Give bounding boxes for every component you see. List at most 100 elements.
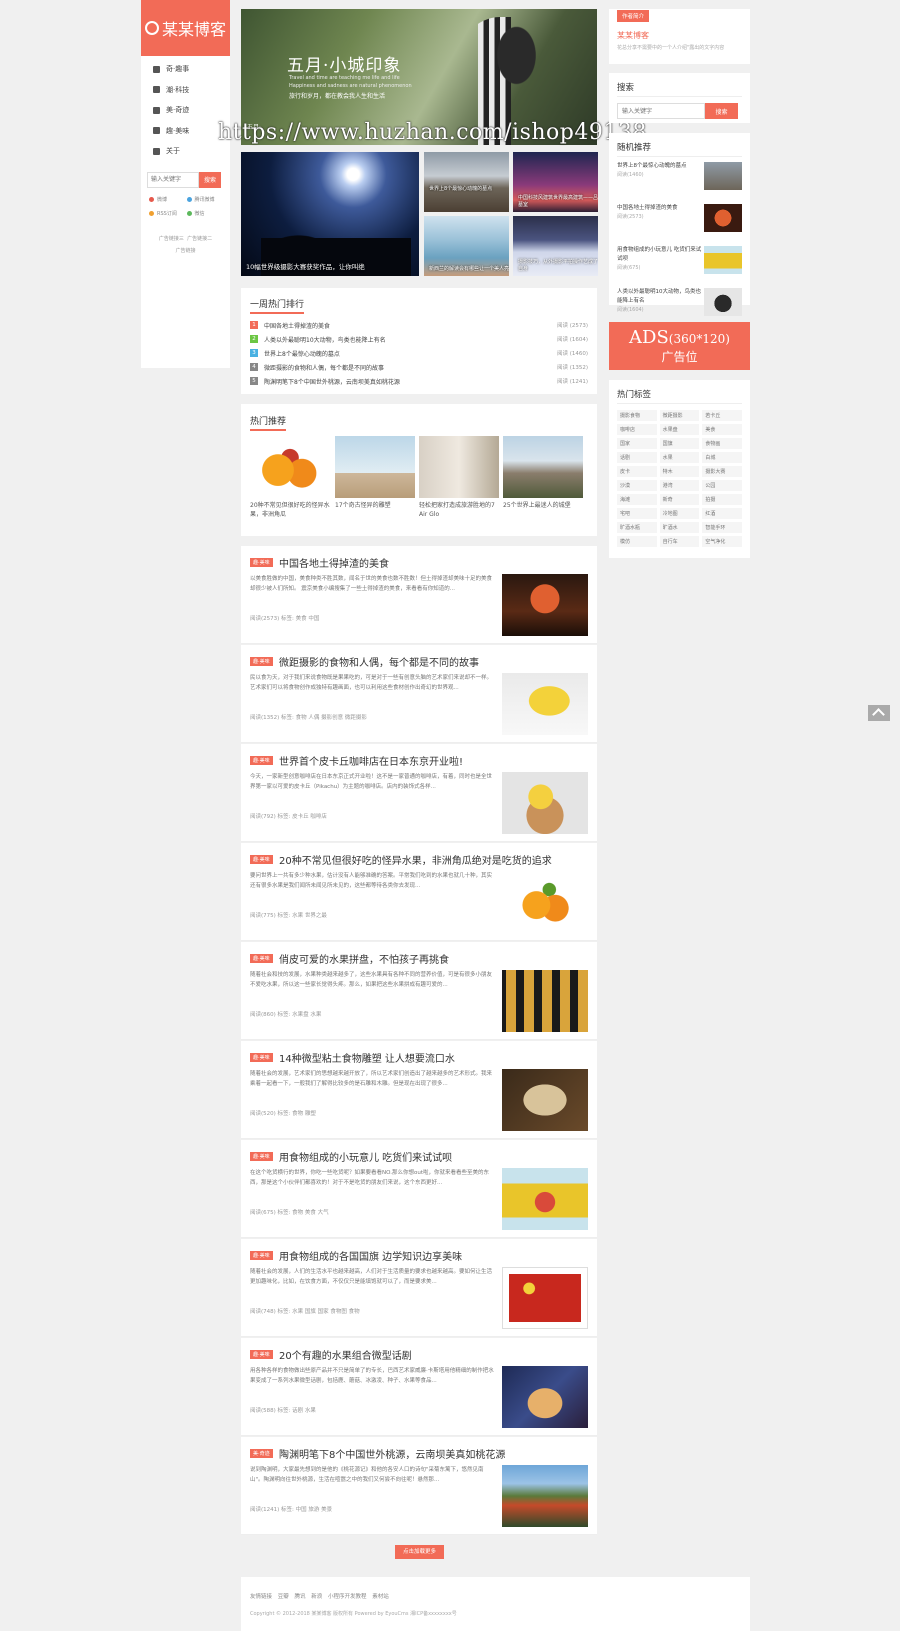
tag[interactable]: 旷酒水瓶	[617, 522, 657, 533]
tag[interactable]: 国家	[617, 438, 657, 449]
tag[interactable]: 新奇	[659, 494, 700, 505]
nav-item-about[interactable]: 关于	[141, 141, 230, 162]
post-category[interactable]: 趣·美味	[250, 657, 273, 666]
slide-small-3[interactable]: 新西兰的解读会有哪些让一个美人亮	[424, 216, 509, 276]
rank-row[interactable]: 2 人类以外最聪明10大动物，鸟类也能降上有名 阅读 (1604)	[250, 332, 588, 346]
post-title[interactable]: 微距摄影的食物和人偶，每个都是不同的故事	[279, 654, 479, 669]
tag[interactable]: 特木	[659, 466, 700, 477]
rank-row[interactable]: 5 陶渊明笔下8个中国世外桃源，云南坝美真如桃花源 阅读 (1241)	[250, 374, 588, 388]
slide-small-1[interactable]: 世界上8个最惊心动魄的墓点	[424, 152, 509, 212]
tag[interactable]: 白城	[702, 452, 742, 463]
rank-row[interactable]: 1 中国各地土得掉渣的美食 阅读 (2573)	[250, 318, 588, 332]
random-item[interactable]: 世界上8个最惊心动魄的墓点 阅读(1460)	[617, 162, 742, 199]
post-title[interactable]: 14种微型粘土食物雕塑 让人想要流口水	[279, 1050, 455, 1065]
nav-item-food[interactable]: 趣·美味	[141, 121, 230, 142]
post-card[interactable]: 趣·美味 用食物组成的小玩意儿 吃货们来试试呗 在这个吃货横行的世界，你吃一些吃…	[241, 1140, 597, 1238]
tag[interactable]: 国旗	[659, 438, 700, 449]
post-image[interactable]	[502, 673, 588, 735]
post-category[interactable]: 趣·美味	[250, 1251, 273, 1260]
tag[interactable]: 微距摄影	[659, 410, 700, 421]
slide-small-4[interactable]: 摄影技巧，从外摄影平拍操作艺成了自身	[513, 216, 598, 276]
post-category[interactable]: 趣·美味	[250, 954, 273, 963]
post-card[interactable]: 趣·美味 微距摄影的食物和人偶，每个都是不同的故事 民以食为天，对于我们来说食物…	[241, 645, 597, 743]
post-card[interactable]: 美·奇迹 陶渊明笔下8个中国世外桃源，云南坝美真如桃花源 说到陶渊明，大家最先想…	[241, 1437, 597, 1535]
rec-item[interactable]: 25个世界上最迷人的城堡	[503, 436, 583, 510]
post-card[interactable]: 趣·美味 世界首个皮卡丘咖啡店在日本东京开业啦! 今天，一家新型创意咖啡店在日本…	[241, 744, 597, 842]
author-name[interactable]: 某某博客	[617, 30, 742, 41]
slide-large[interactable]: 10幅世界级摄影大赛获奖作品，让你叫绝	[241, 152, 419, 276]
tag[interactable]: 水果盘	[659, 424, 700, 435]
tag[interactable]: 食物画	[702, 438, 742, 449]
ad-link[interactable]: 广告链接	[175, 248, 195, 254]
post-title[interactable]: 用食物组成的小玩意儿 吃货们来试试呗	[279, 1149, 452, 1164]
tag[interactable]: 摄影大赛	[702, 466, 742, 477]
rss-link[interactable]: RSS订阅	[149, 210, 187, 217]
post-image[interactable]	[502, 1366, 588, 1428]
rec-item[interactable]: 轻松把家打造成旅游胜地的7 Air Glo	[419, 436, 499, 519]
tag[interactable]: 模仿	[617, 536, 657, 547]
post-category[interactable]: 趣·美味	[250, 1350, 273, 1359]
random-item[interactable]: 中国各地土得掉渣的美食 阅读(2573)	[617, 204, 742, 241]
nav-item-tech[interactable]: 潮·科技	[141, 80, 230, 101]
nav-item-oddities[interactable]: 奇·趣事	[141, 59, 230, 80]
footer-links[interactable]: 友情链接 豆瓣 腾讯 新浪 小程序开发教程 素材站	[250, 1592, 389, 1600]
post-card[interactable]: 趣·美味 20个有趣的水果组合微型话剧 用各种各样的食物做出些原产品并不只是简单…	[241, 1338, 597, 1436]
post-title[interactable]: 世界首个皮卡丘咖啡店在日本东京开业啦!	[279, 753, 463, 768]
post-card[interactable]: 趣·美味 中国各地土得掉渣的美食 以美食胜做的中国，美食种类不胜其数，闻名于世的…	[241, 546, 597, 644]
tag[interactable]: 沙漠	[617, 480, 657, 491]
random-item[interactable]: 人类以外最聪明10大动物，鸟类也能降上有名 阅读(1604)	[617, 288, 742, 325]
ad-link[interactable]: 广告链接二	[187, 236, 212, 242]
post-card[interactable]: 趣·美味 20种不常见但很好吃的怪异水果，非洲角瓜绝对是吃货的追求 要问世界上一…	[241, 843, 597, 941]
post-image[interactable]	[502, 1465, 588, 1527]
right-search-button[interactable]: 搜索	[705, 103, 738, 119]
post-category[interactable]: 趣·美味	[250, 756, 273, 765]
rec-item[interactable]: 20种不常见但很好吃的怪异水果，非洲角瓜	[250, 436, 330, 519]
post-card[interactable]: 趣·美味 俏皮可爱的水果拼盘，不怕孩子再挑食 随着社会和技的发展，水果种类越来越…	[241, 942, 597, 1040]
load-more-button[interactable]: 点击加载更多	[395, 1545, 444, 1559]
post-image[interactable]	[502, 871, 588, 933]
post-card[interactable]: 趣·美味 用食物组成的各国国旗 边学知识边享美味 随着社会的发展，人们的生活水平…	[241, 1239, 597, 1337]
post-image[interactable]	[502, 1168, 588, 1230]
back-to-top-button[interactable]	[868, 705, 890, 721]
right-search-input[interactable]	[617, 103, 705, 119]
post-title[interactable]: 20个有趣的水果组合微型话剧	[279, 1347, 412, 1362]
post-image[interactable]	[502, 970, 588, 1032]
post-title[interactable]: 用食物组成的各国国旗 边学知识边享美味	[279, 1248, 462, 1263]
tag[interactable]: 智能手环	[702, 522, 742, 533]
tag[interactable]: 自行车	[659, 536, 700, 547]
ad-link[interactable]: 广告链接三	[159, 236, 184, 242]
tag[interactable]: 拍摄	[702, 494, 742, 505]
tag[interactable]: 宅吧	[617, 508, 657, 519]
post-image[interactable]	[502, 574, 588, 636]
rank-row[interactable]: 3 世界上8个最惊心动魄的墓点 阅读 (1460)	[250, 346, 588, 360]
tag[interactable]: 旷酒水	[659, 522, 700, 533]
tag[interactable]: 美食	[702, 424, 742, 435]
tag[interactable]: 话剧	[617, 452, 657, 463]
left-search-input[interactable]	[147, 171, 199, 188]
tag[interactable]: 公园	[702, 480, 742, 491]
tag[interactable]: 空气净化	[702, 536, 742, 547]
tag[interactable]: 海滩	[617, 494, 657, 505]
site-logo[interactable]: 某某博客	[141, 0, 230, 56]
tag[interactable]: 皮卡	[617, 466, 657, 477]
post-title[interactable]: 20种不常见但很好吃的怪异水果，非洲角瓜绝对是吃货的追求	[279, 852, 552, 867]
tag[interactable]: 港湾	[659, 480, 700, 491]
tag[interactable]: 水果	[659, 452, 700, 463]
post-image[interactable]	[502, 772, 588, 834]
tencent-weibo-link[interactable]: 腾讯微博	[186, 196, 225, 203]
post-category[interactable]: 美·奇迹	[250, 1449, 273, 1458]
post-category[interactable]: 趣·美味	[250, 1152, 273, 1161]
post-image[interactable]	[502, 1069, 588, 1131]
post-title[interactable]: 俏皮可爱的水果拼盘，不怕孩子再挑食	[279, 951, 449, 966]
left-search-button[interactable]: 搜索	[199, 171, 221, 188]
post-title[interactable]: 中国各地土得掉渣的美食	[279, 555, 389, 570]
weibo-link[interactable]: 微博	[149, 196, 187, 203]
post-category[interactable]: 趣·美味	[250, 855, 273, 864]
random-item[interactable]: 用食物组成的小玩意儿 吃货们来试试呗 阅读(675)	[617, 246, 742, 283]
tag[interactable]: 摄影食物	[617, 410, 657, 421]
tag[interactable]: 若卡丘	[702, 410, 742, 421]
slide-small-2[interactable]: 中国科技风建筑世界最高建筑——吕墓室	[513, 152, 598, 212]
post-title[interactable]: 陶渊明笔下8个中国世外桃源，云南坝美真如桃花源	[279, 1446, 505, 1461]
tag[interactable]: 红酒	[702, 508, 742, 519]
rank-row[interactable]: 4 微距摄影的食物和人偶，每个都是不同的故事 阅读 (1352)	[250, 360, 588, 374]
